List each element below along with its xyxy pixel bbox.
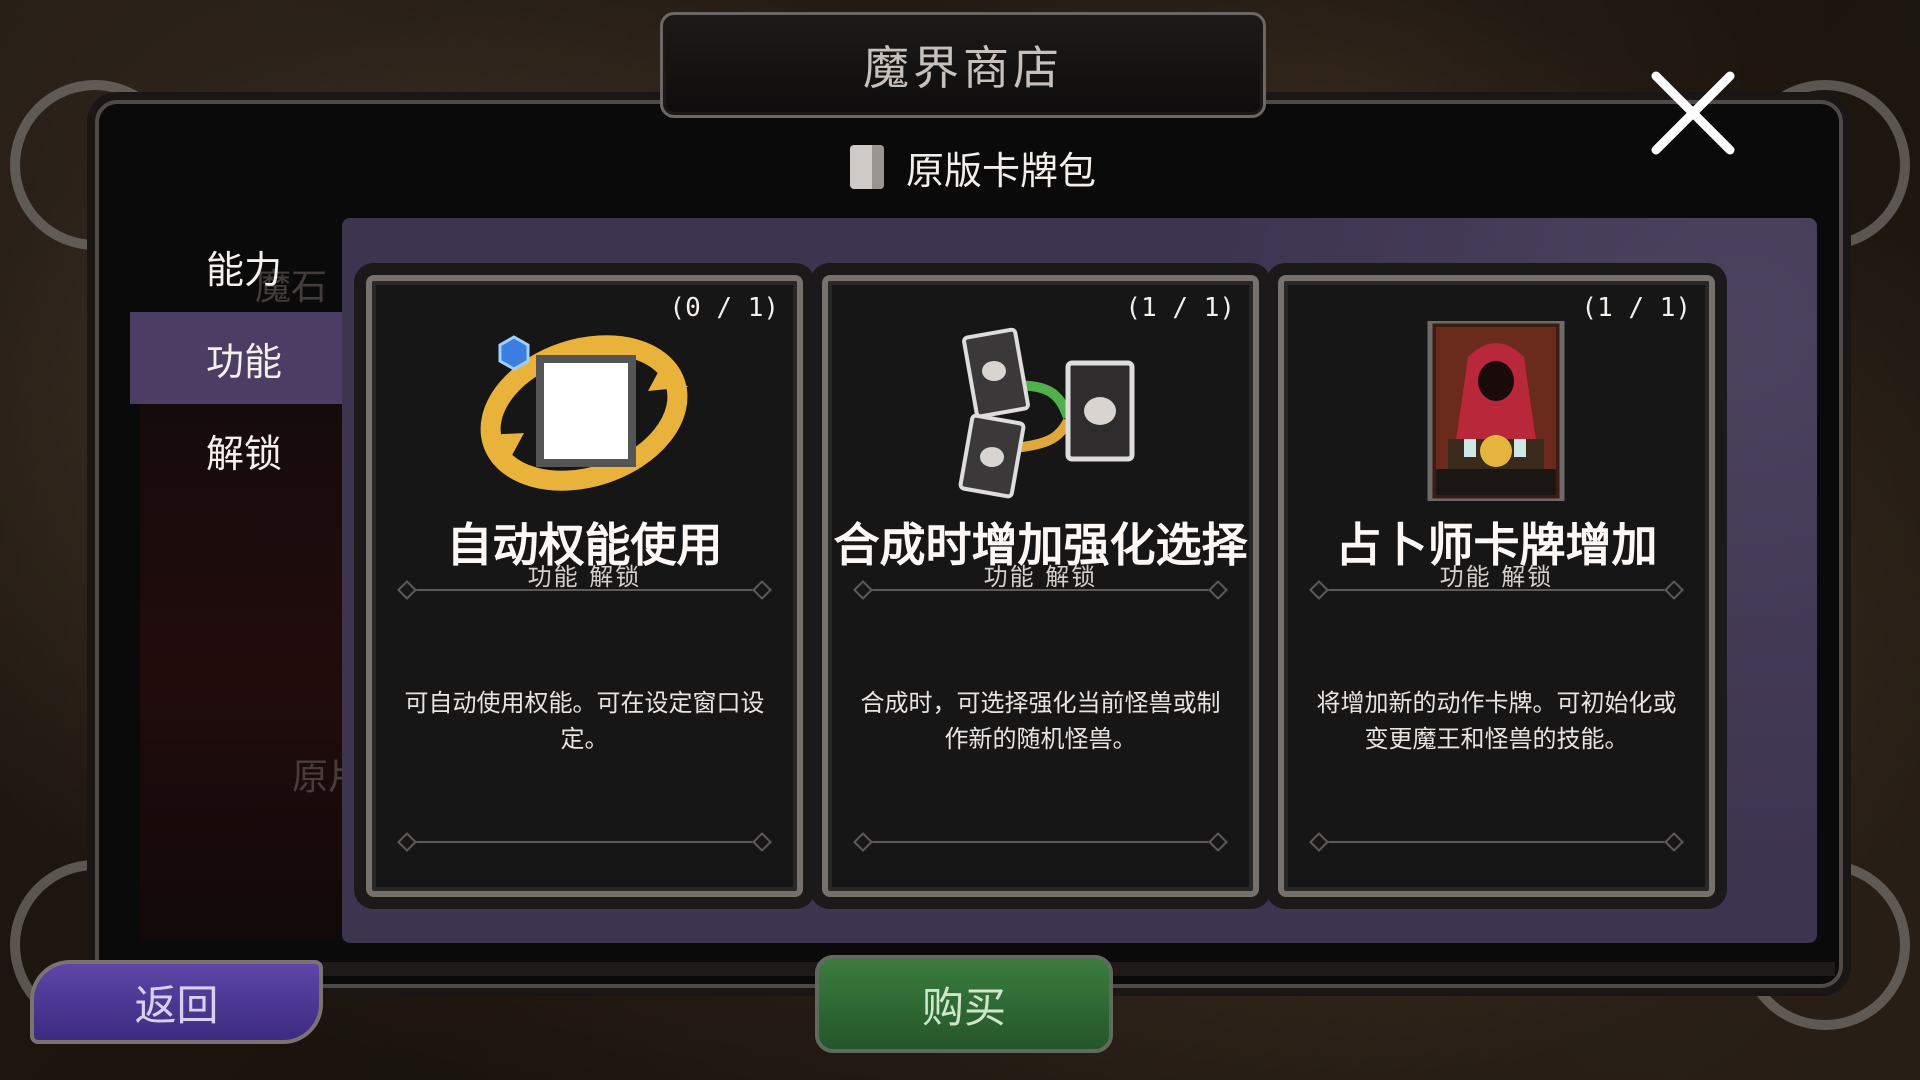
page-title: 魔界商店 — [863, 41, 1063, 95]
purchase-count: (1 / 1) — [1581, 293, 1691, 323]
divider — [864, 589, 1217, 591]
card-pack-icon — [850, 145, 884, 189]
divider — [864, 841, 1217, 843]
pack-header: 原版卡牌包 — [850, 140, 1096, 194]
shop-card[interactable]: (1 / 1) 合成时增加强化选择 功能 解锁 合成时，可选择强化当前怪兽或制作… — [822, 275, 1259, 897]
close-icon — [1651, 71, 1735, 155]
sidebar-item-label: 能力 — [206, 247, 283, 292]
sidebar-item-label: 功能 — [206, 339, 283, 384]
fortune-teller-card-icon — [1427, 321, 1565, 501]
card-category: 功能 解锁 — [527, 563, 642, 591]
shop-card[interactable]: (0 / 1) 自动权能使用 功能 解锁 可自动使用权能。可在设定窗口设定。 — [366, 275, 803, 897]
sidebar-item-ability[interactable]: 能力 — [130, 220, 342, 312]
sidebar-item-unlock[interactable]: 解锁 — [130, 404, 342, 496]
back-button[interactable]: 返回 — [30, 960, 323, 1044]
auto-cycle-icon — [480, 335, 688, 491]
buy-button[interactable]: 购买 — [815, 955, 1113, 1053]
card-description: 合成时，可选择强化当前怪兽或制作新的随机怪兽。 — [860, 689, 1221, 753]
purchase-count: (0 / 1) — [669, 293, 779, 323]
shop-card[interactable]: (1 / 1) 占卜师卡牌增加 功能 解锁 将增加新的动作卡牌。可初始化或变更魔… — [1278, 275, 1715, 897]
buy-button-label: 购买 — [921, 982, 1006, 1032]
card-category: 功能 解锁 — [1439, 563, 1554, 591]
card-category: 功能 解锁 — [983, 563, 1098, 591]
purchase-count: (1 / 1) — [1125, 293, 1235, 323]
sidebar-item-label: 解锁 — [206, 431, 283, 476]
divider — [1320, 841, 1673, 843]
divider — [1320, 589, 1673, 591]
card-description: 将增加新的动作卡牌。可初始化或变更魔王和怪兽的技能。 — [1316, 689, 1677, 753]
divider — [408, 841, 761, 843]
sidebar: 能力 功能 解锁 — [130, 220, 342, 496]
back-button-label: 返回 — [134, 980, 219, 1030]
card-description: 可自动使用权能。可在设定窗口设定。 — [404, 689, 765, 753]
close-button[interactable] — [1648, 68, 1738, 158]
pack-title: 原版卡牌包 — [906, 148, 1097, 193]
sidebar-item-function[interactable]: 功能 — [130, 312, 342, 404]
card-merge-icon — [958, 327, 1135, 499]
title-plate: 魔界商店 — [660, 12, 1266, 118]
divider — [408, 589, 761, 591]
